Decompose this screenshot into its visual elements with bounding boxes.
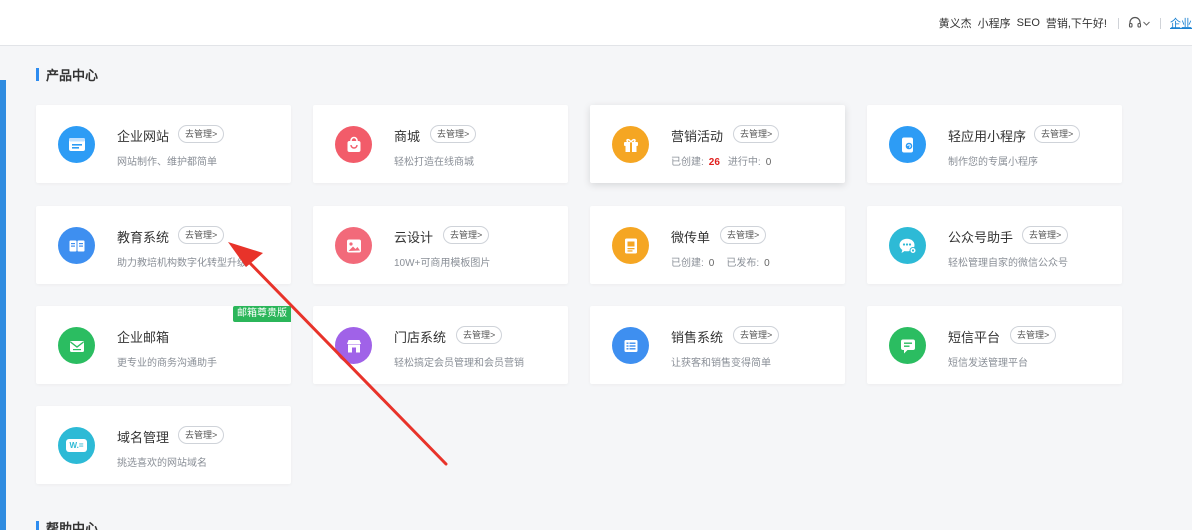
product-name: 云设计 [394,230,434,245]
manage-button[interactable]: 去管理> [1022,226,1069,244]
left-accent-bar [0,80,6,530]
product-name: 销售系统 [671,330,724,345]
product-card-sales-system[interactable]: 销售系统 去管理> 让获客和销售变得简单 [590,306,845,384]
product-stats: 已创建: 0 已发布: 0 [671,254,770,269]
product-card-wechat-assistant[interactable]: 公众号助手 去管理> 轻松管理自家的微信公众号 [867,206,1122,284]
status-label: 进行中: [727,157,761,168]
product-card-mini-program[interactable]: 轻应用小程序 去管理> 制作您的专属小程序 [867,105,1122,183]
product-description: 短信发送管理平台 [948,358,1028,369]
manage-button[interactable]: 去管理> [1010,326,1057,344]
product-name: 营销活动 [671,129,724,144]
store-icon [335,327,372,364]
mini-program-icon [889,126,926,163]
product-name: 企业网站 [117,129,170,144]
manage-button[interactable]: 去管理> [733,326,780,344]
product-description: 更专业的商务沟通助手 [117,358,217,369]
title-accent-bar [36,520,39,530]
product-card-education[interactable]: 教育系统 去管理> 助力教培机构数字化转型升级 [36,206,291,284]
product-card-enterprise-mail[interactable]: 企业邮箱 邮箱尊贵版 更专业的商务沟通助手 [36,306,291,384]
enterprise-link[interactable]: 企业 [1170,15,1192,31]
status-count: 0 [765,157,772,168]
product-name: 商城 [394,129,421,144]
website-icon [58,126,95,163]
flyer-icon [612,227,649,264]
help-center-label: 帮助中心 [46,520,99,530]
product-description: 制作您的专属小程序 [948,157,1038,168]
manage-button[interactable]: 去管理> [1034,125,1081,143]
product-card-micro-flyer[interactable]: 微传单 去管理> 已创建: 0 已发布: 0 [590,206,845,284]
manage-button[interactable]: 去管理> [733,125,780,143]
product-name: 轻应用小程序 [948,129,1027,144]
manage-button[interactable]: 去管理> [178,125,225,143]
product-description: 助力教培机构数字化转型升级 [117,258,247,269]
premium-badge: 邮箱尊贵版 [233,306,291,322]
book-icon [58,227,95,264]
status-count: 0 [764,258,770,269]
product-card-cloud-design[interactable]: 云设计 去管理> 10W+可商用模板图片 [313,206,568,284]
manage-button[interactable]: 去管理> [456,326,503,344]
product-center-title: 产品中心 [36,65,98,83]
top-header: 黄义杰 小程序 SEO 营销,下午好! 企业 [0,0,1192,46]
mail-icon [58,327,95,364]
domain-icon-text: W.= [66,439,87,452]
manage-button[interactable]: 去管理> [430,125,477,143]
wechat-icon [889,227,926,264]
list-icon [612,327,649,364]
divider [1160,17,1161,29]
product-description: 让获客和销售变得简单 [671,358,771,369]
shopping-bag-icon [335,126,372,163]
product-description: 轻松管理自家的微信公众号 [948,258,1068,269]
product-card-sms-platform[interactable]: 短信平台 去管理> 短信发送管理平台 [867,306,1122,384]
greeting-text: 营销,下午好! [1045,18,1107,30]
header-nav: 黄义杰 小程序 SEO 营销,下午好! 企业 [939,0,1192,46]
created-count: 26 [708,157,720,168]
product-description: 挑选喜欢的网站域名 [117,458,207,469]
gift-icon [612,126,649,163]
product-center-label: 产品中心 [46,67,99,83]
nav-link-seo[interactable]: SEO [1017,17,1040,29]
product-name: 公众号助手 [948,230,1014,245]
product-card-mall[interactable]: 商城 去管理> 轻松打造在线商城 [313,105,568,183]
image-icon [335,227,372,264]
divider [1118,17,1119,29]
customer-service-button[interactable] [1128,16,1151,30]
manage-button[interactable]: 去管理> [178,426,225,444]
chevron-down-icon [1143,21,1150,26]
manage-button[interactable]: 去管理> [178,226,225,244]
product-name: 教育系统 [117,230,170,245]
product-description: 10W+可商用模板图片 [394,258,491,269]
manage-button[interactable]: 去管理> [443,226,490,244]
headset-icon [1128,16,1142,28]
product-description: 轻松搞定会员管理和会员营销 [394,358,524,369]
product-stats: 已创建: 26 进行中: 0 [671,153,771,168]
status-label: 已发布: [726,258,760,269]
product-name: 门店系统 [394,330,447,345]
title-accent-bar [36,67,39,81]
product-card-store-system[interactable]: 门店系统 去管理> 轻松搞定会员管理和会员营销 [313,306,568,384]
product-card-domain-management[interactable]: W.= 域名管理 去管理> 挑选喜欢的网站域名 [36,406,291,484]
product-description: 网站制作、维护都简单 [117,157,217,168]
help-center-title: 帮助中心 [36,518,98,530]
product-card-website[interactable]: 企业网站 去管理> 网站制作、维护都简单 [36,105,291,183]
product-name: 企业邮箱 [117,330,170,345]
user-name[interactable]: 黄义杰 [939,15,972,31]
product-description: 轻松打造在线商城 [394,157,474,168]
manage-button[interactable]: 去管理> [720,226,767,244]
product-name: 短信平台 [948,330,1001,345]
sms-icon [889,327,926,364]
domain-icon: W.= [58,427,95,464]
created-count: 0 [708,258,715,269]
created-label: 已创建: [671,157,704,168]
nav-link-mini-program[interactable]: 小程序 [978,15,1011,31]
product-name: 域名管理 [117,430,170,445]
product-name: 微传单 [671,230,711,245]
created-label: 已创建: [671,258,704,269]
product-card-marketing[interactable]: 营销活动 去管理> 已创建: 26 进行中: 0 [590,105,845,183]
